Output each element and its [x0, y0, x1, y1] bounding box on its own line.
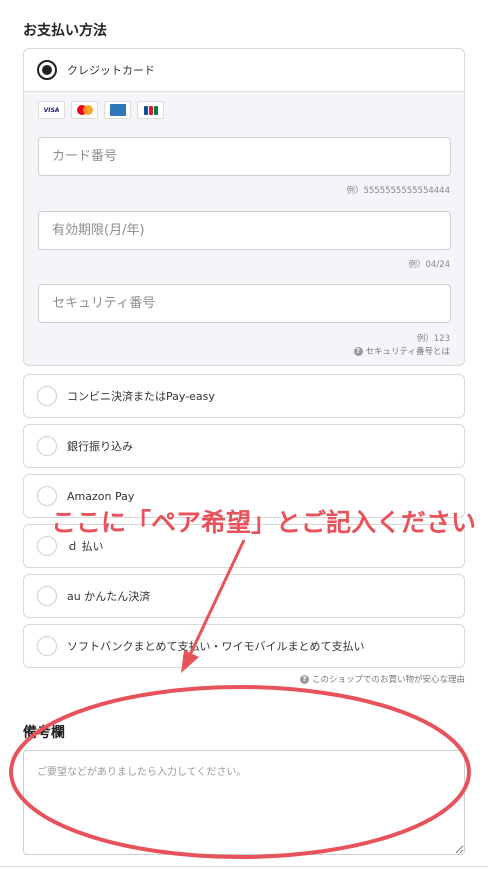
expiry-hint: 例）04/24 [408, 260, 451, 270]
payment-option-label: au かんたん決済 [67, 590, 151, 603]
expiry-input[interactable] [38, 211, 451, 250]
security-code-input[interactable] [38, 284, 451, 323]
remarks-heading: 備考欄 [23, 725, 65, 741]
credit-card-option[interactable]: クレジットカード VISA 例）5555555555554444 例）04/24… [23, 48, 465, 366]
credit-card-row[interactable]: クレジットカード [24, 49, 464, 91]
shop-reassurance-link[interactable]: ? このショップでのお買い物が安心な理由 [299, 673, 465, 685]
card-number-hint: 例）5555555555554444 [346, 186, 450, 196]
amex-icon [104, 101, 131, 119]
payment-option-label: 銀行振り込み [67, 440, 133, 453]
divider [0, 866, 488, 867]
payment-option-softbank[interactable]: ソフトバンクまとめて支払い・ワイモバイルまとめて支払い [23, 624, 465, 668]
au-radio[interactable] [37, 586, 57, 606]
annotation-text: ここに「ペア希望」とご記入ください [51, 508, 477, 537]
security-code-help-link[interactable]: ? セキュリティ番号とは [353, 345, 451, 357]
remarks-textarea[interactable] [23, 750, 465, 855]
card-brand-logos: VISA [38, 101, 164, 119]
payment-option-label: ソフトバンクまとめて支払い・ワイモバイルまとめて支払い [67, 640, 365, 653]
payment-option-convenience[interactable]: コンビニ決済またはPay-easy [23, 374, 465, 418]
security-code-hint: 例）123 [416, 334, 450, 344]
mastercard-icon [71, 101, 98, 119]
payment-option-label: Amazon Pay [67, 489, 135, 503]
payment-option-au[interactable]: au かんたん決済 [23, 574, 465, 618]
card-number-input[interactable] [38, 137, 451, 176]
jcb-icon [137, 101, 164, 119]
visa-logo-text: VISA [43, 106, 60, 114]
credit-card-label: クレジットカード [67, 64, 155, 77]
payment-method-heading: お支払い方法 [23, 23, 107, 39]
d-barai-radio[interactable] [37, 536, 57, 556]
bank-transfer-radio[interactable] [37, 436, 57, 456]
payment-option-label: ｄ 払い [67, 540, 104, 553]
credit-card-radio[interactable] [37, 60, 57, 80]
softbank-radio[interactable] [37, 636, 57, 656]
question-icon: ? [353, 346, 363, 356]
payment-option-label: コンビニ決済またはPay-easy [67, 390, 215, 403]
credit-card-form: VISA 例）5555555555554444 例）04/24 例）123 ? … [24, 91, 464, 365]
visa-icon: VISA [38, 101, 65, 119]
security-code-help-label: セキュリティ番号とは [365, 347, 451, 357]
payment-option-bank-transfer[interactable]: 銀行振り込み [23, 424, 465, 468]
shop-reassurance-label: このショップでのお買い物が安心な理由 [311, 675, 465, 685]
convenience-radio[interactable] [37, 386, 57, 406]
question-icon: ? [299, 674, 309, 684]
